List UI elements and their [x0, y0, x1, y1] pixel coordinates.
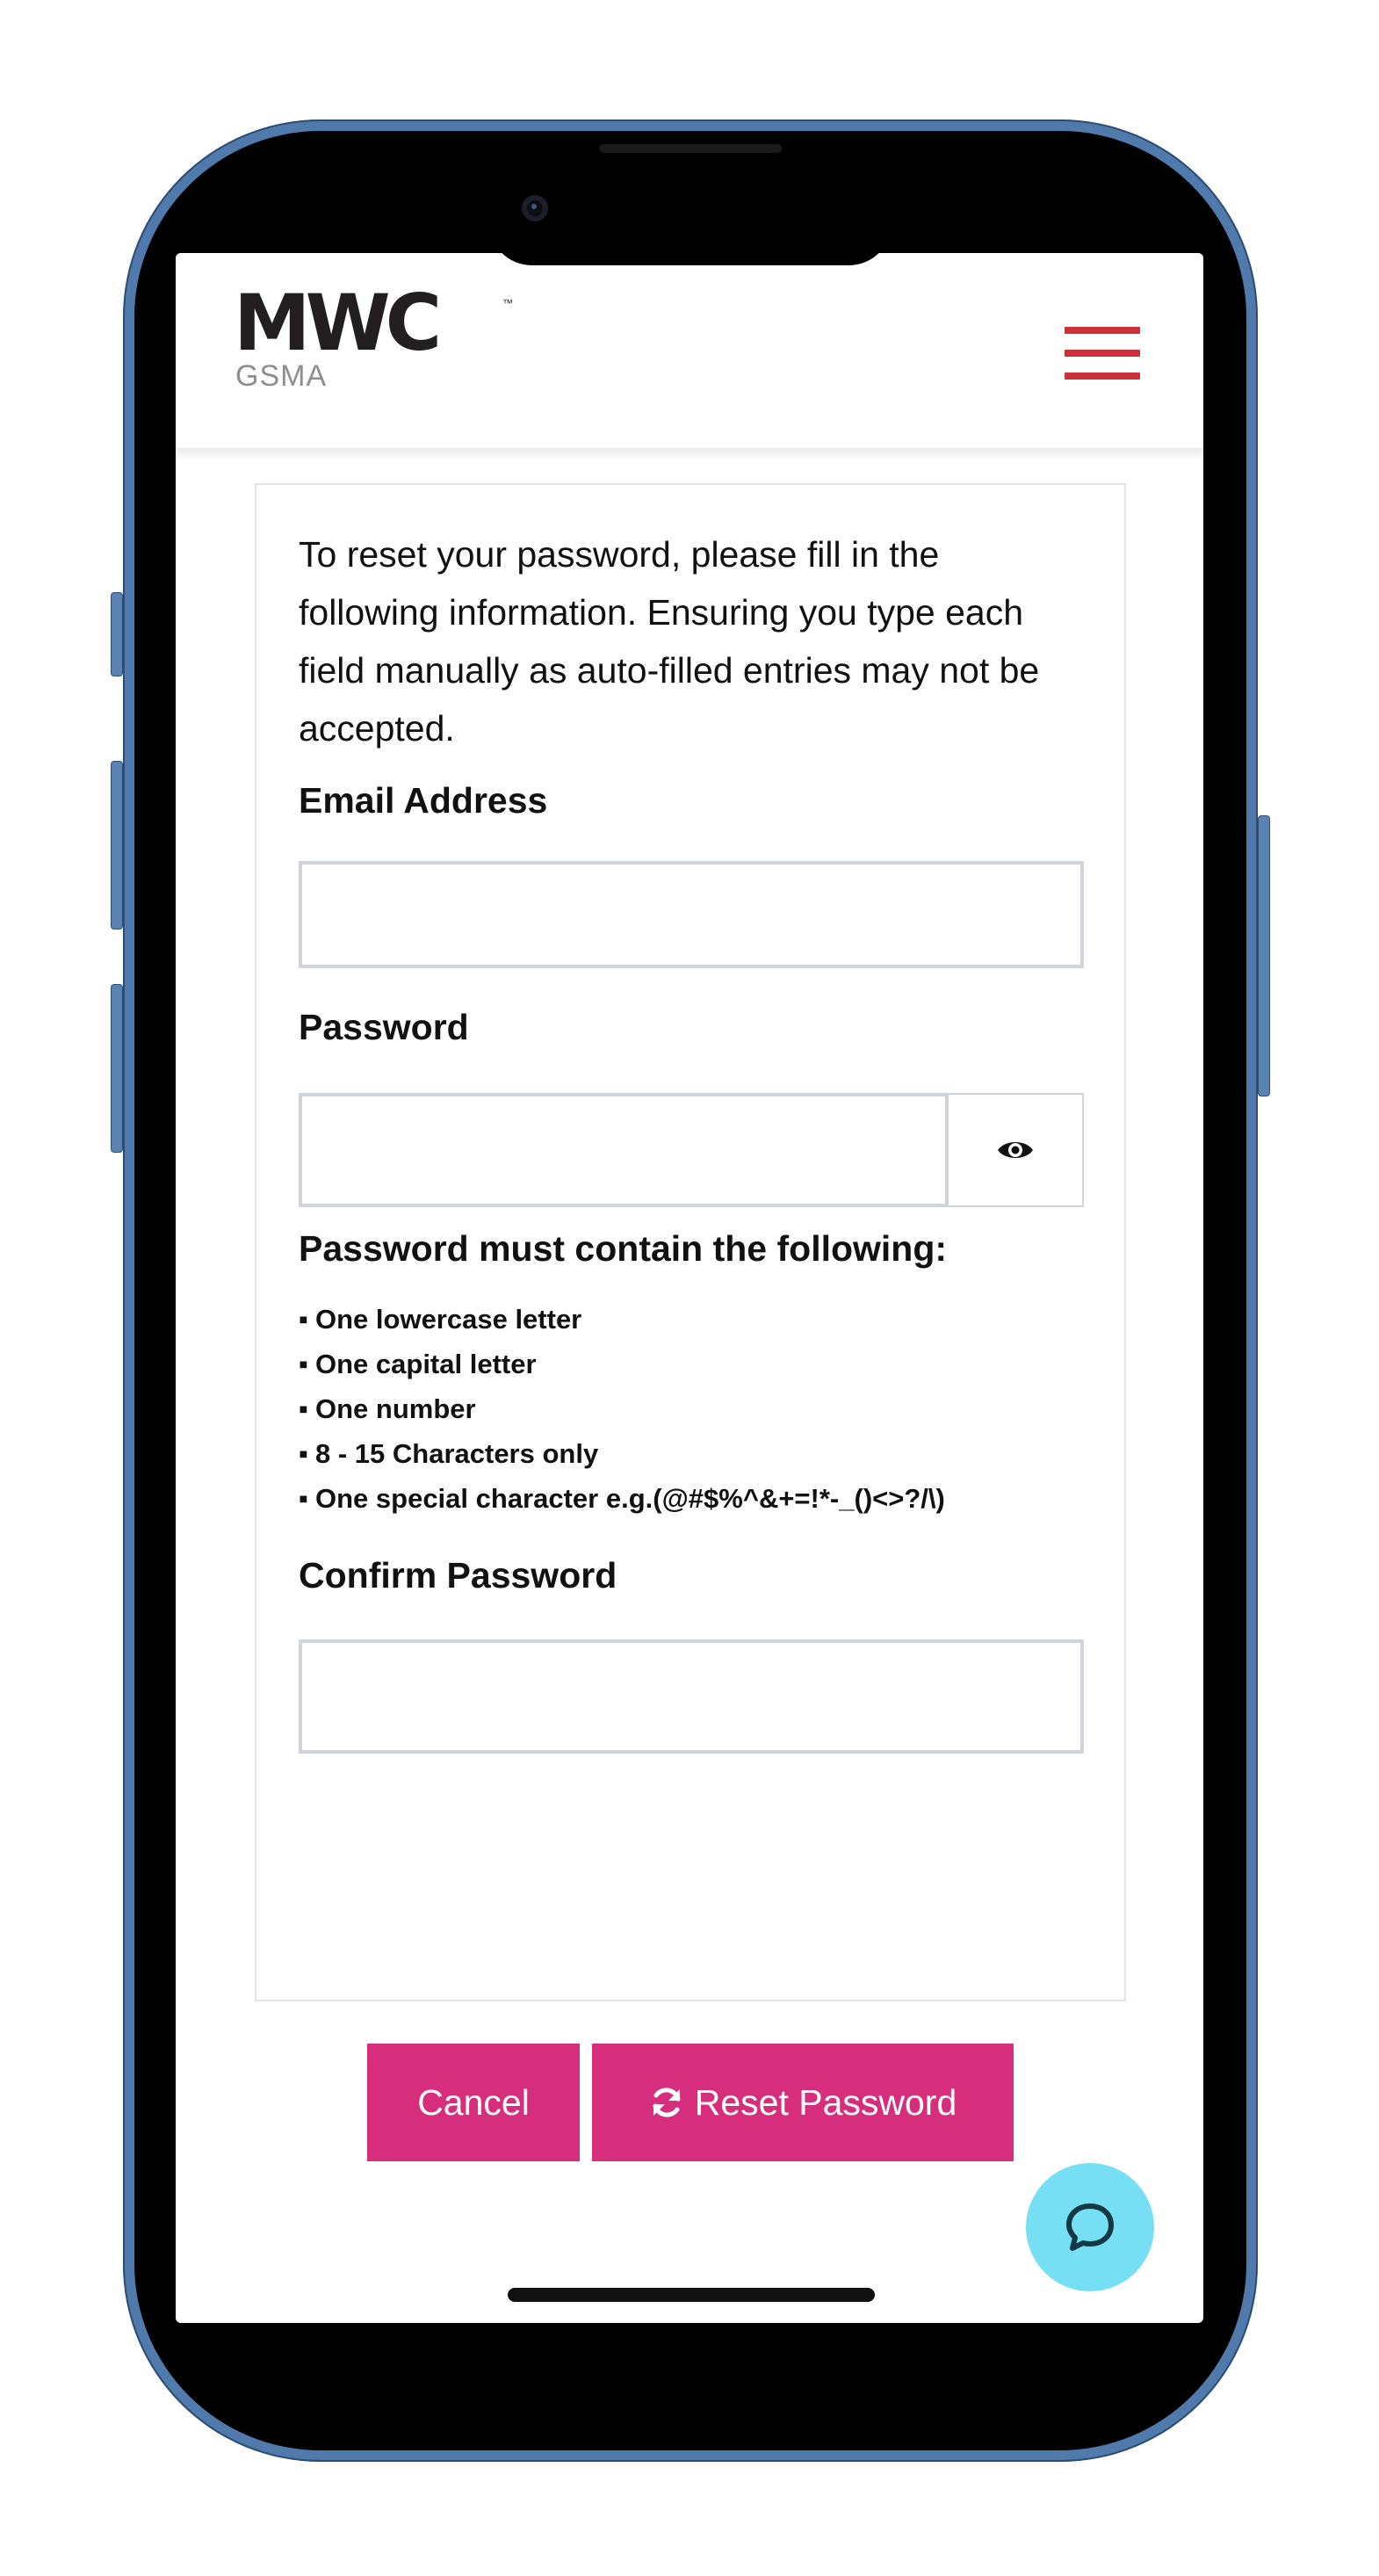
requirement-item: One capital letter: [299, 1342, 945, 1386]
cancel-button-label: Cancel: [417, 2081, 530, 2123]
gsma-logo-text: GSMA: [235, 359, 328, 393]
refresh-icon: [653, 2088, 681, 2117]
requirement-item: One number: [299, 1386, 945, 1431]
confirm-password-field[interactable]: [299, 1639, 1084, 1754]
chat-bubble-icon: [1066, 2203, 1114, 2251]
reset-password-label: Reset Password: [694, 2081, 957, 2123]
home-indicator: [508, 2288, 875, 2302]
requirement-item: One special character e.g.(@#$%^&+=!*-_(…: [299, 1476, 945, 1521]
password-requirements-title: Password must contain the following:: [299, 1228, 948, 1269]
reset-password-card: To reset your password, please fill in t…: [255, 483, 1126, 2161]
cancel-button[interactable]: Cancel: [367, 2044, 580, 2161]
eye-icon: [998, 1142, 1033, 1158]
volume-up-button: [111, 761, 123, 930]
mute-switch: [111, 592, 123, 677]
logo-trademark: ™: [502, 297, 513, 309]
volume-down-button: [111, 984, 123, 1153]
reset-password-button[interactable]: Reset Password: [592, 2044, 1014, 2161]
mwc-logo[interactable]: MWC: [234, 285, 442, 362]
site-header: MWC ™ GSMA: [176, 253, 1203, 450]
intro-text: To reset your password, please fill in t…: [299, 534, 1040, 749]
front-camera: [522, 195, 548, 221]
confirm-password-label: Confirm Password: [299, 1555, 617, 1596]
requirement-item: One lowercase letter: [299, 1297, 945, 1342]
show-password-button[interactable]: [949, 1093, 1084, 1207]
email-label: Email Address: [299, 780, 548, 821]
email-field[interactable]: [299, 861, 1084, 968]
earpiece-speaker: [599, 144, 782, 153]
chat-button[interactable]: [1026, 2163, 1154, 2291]
password-requirements-list: One lowercase letter One capital letter …: [299, 1297, 945, 1521]
password-field[interactable]: [299, 1093, 949, 1207]
password-label: Password: [299, 1007, 469, 1047]
hamburger-menu-icon[interactable]: [1065, 327, 1140, 380]
power-button: [1258, 815, 1270, 1096]
requirement-item: 8 - 15 Characters only: [299, 1431, 945, 1476]
phone-screen: MWC ™ GSMA To reset your password, pleas…: [176, 253, 1203, 2323]
